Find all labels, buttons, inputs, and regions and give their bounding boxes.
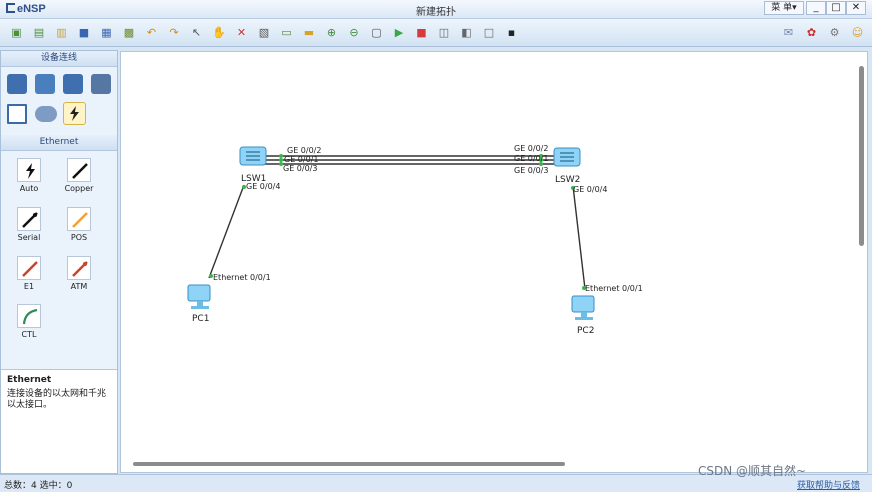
node-label-lsw2[interactable]: LSW2 bbox=[555, 175, 580, 185]
select-icon[interactable]: ↖ bbox=[188, 24, 205, 41]
save-as-icon[interactable]: ▦ bbox=[98, 24, 115, 41]
copper-cable-icon bbox=[67, 158, 91, 182]
pos-cable-icon bbox=[67, 207, 91, 231]
new-example-icon[interactable]: ▤ bbox=[31, 24, 48, 41]
cable-item-serial[interactable]: Serial bbox=[3, 207, 55, 242]
node-label-pc2[interactable]: PC2 bbox=[577, 326, 594, 336]
firewall-category-icon[interactable] bbox=[91, 74, 111, 94]
delete-link-icon[interactable]: ▧ bbox=[256, 24, 273, 41]
zoom-out-icon[interactable]: ⊖ bbox=[346, 24, 363, 41]
chat-icon[interactable]: ✉ bbox=[780, 24, 797, 41]
cable-label: Copper bbox=[64, 184, 94, 193]
status-counts: 总数：4 选中：0 bbox=[4, 481, 73, 491]
lightning-icon bbox=[70, 106, 79, 121]
link-lsw1-pc1[interactable] bbox=[208, 184, 245, 279]
description-text: 连接设备的以太网和千兆以太接口。 bbox=[7, 389, 107, 410]
port-label: GE 0/0/1 bbox=[284, 155, 319, 164]
port-label: GE 0/0/2 bbox=[514, 144, 549, 153]
device-panel: 设备连线 Ethernet Auto Copper Serial POS E1 … bbox=[0, 50, 118, 474]
device-category-grid bbox=[1, 67, 117, 135]
node-label-pc1[interactable]: PC1 bbox=[192, 314, 209, 324]
open-icon[interactable]: ▥ bbox=[53, 24, 70, 41]
topology-links bbox=[187, 146, 595, 320]
huawei-icon[interactable]: ✿ bbox=[803, 24, 820, 41]
blank-icon[interactable]: □ bbox=[481, 24, 498, 41]
start-device-icon[interactable]: ▶ bbox=[391, 24, 408, 41]
port-label: GE 0/0/4 bbox=[573, 185, 608, 194]
settings-icon[interactable]: ⚙ bbox=[826, 24, 843, 41]
cable-label: Serial bbox=[17, 233, 41, 242]
switch-category-icon[interactable] bbox=[35, 74, 55, 94]
palette-icon[interactable]: ▬ bbox=[301, 24, 318, 41]
topology-canvas[interactable]: LSW1 LSW2 PC1 PC2 GE 0/0/2 GE 0/0/1 GE 0… bbox=[120, 51, 868, 473]
devices-section-title: 设备连线 bbox=[1, 51, 117, 67]
capture-icon[interactable]: ◫ bbox=[436, 24, 453, 41]
maximize-button[interactable]: □ bbox=[826, 1, 846, 15]
port-label: GE 0/0/2 bbox=[287, 146, 322, 155]
window-title: 新建拓扑 bbox=[416, 7, 456, 18]
redo-icon[interactable]: ↷ bbox=[166, 24, 183, 41]
cable-label: ATM bbox=[70, 282, 88, 291]
save-icon[interactable]: ■ bbox=[76, 24, 93, 41]
print-icon[interactable]: ▩ bbox=[121, 24, 138, 41]
switch-icon-lsw2[interactable] bbox=[553, 147, 581, 167]
topology-icon[interactable]: ◧ bbox=[458, 24, 475, 41]
help-icon[interactable]: ☺ bbox=[849, 24, 866, 41]
close-button[interactable]: ✕ bbox=[846, 1, 866, 15]
text-note-icon[interactable]: ▭ bbox=[278, 24, 295, 41]
new-topology-icon[interactable]: ▣ bbox=[8, 24, 25, 41]
undo-icon[interactable]: ↶ bbox=[143, 24, 160, 41]
cable-description: Ethernet 连接设备的以太网和千兆以太接口。 bbox=[1, 369, 117, 473]
pc-category-icon[interactable] bbox=[7, 104, 27, 124]
watermark: CSDN @顺其自然~ bbox=[698, 464, 807, 478]
port-dot bbox=[279, 158, 283, 162]
port-label: GE 0/0/3 bbox=[283, 164, 318, 173]
cable-item-atm[interactable]: ATM bbox=[53, 256, 105, 291]
wlan-category-icon[interactable] bbox=[63, 74, 83, 94]
vertical-scrollbar[interactable] bbox=[859, 66, 864, 246]
serial-cable-icon bbox=[17, 207, 41, 231]
atm-cable-icon bbox=[67, 256, 91, 280]
cloud-category-icon[interactable] bbox=[35, 106, 57, 122]
port-label: GE 0/0/1 bbox=[514, 154, 549, 163]
toolbar: ▣ ▤ ▥ ■ ▦ ▩ ↶ ↷ ↖ ✋ ✕ ▧ ▭ ▬ ⊕ ⊖ ▢ ▶ ■ ◫ ◧ □ ▪ ✉ ✿ ⚙ ☺ bbox=[0, 19, 872, 47]
router-category-icon[interactable] bbox=[7, 74, 27, 94]
e1-cable-icon bbox=[17, 256, 41, 280]
help-feedback-link[interactable]: 获取帮助与反馈 bbox=[797, 478, 860, 491]
fit-view-icon[interactable]: ▢ bbox=[368, 24, 385, 41]
stop-device-icon[interactable]: ■ bbox=[413, 24, 430, 41]
port-label: GE 0/0/4 bbox=[246, 182, 281, 191]
port-label: Ethernet 0/0/1 bbox=[213, 273, 271, 282]
switch-icon-lsw1[interactable] bbox=[239, 146, 267, 166]
ctl-cable-icon bbox=[17, 304, 41, 328]
delete-icon[interactable]: ✕ bbox=[233, 24, 250, 41]
minimize-button[interactable]: _ bbox=[806, 1, 826, 15]
cable-item-e1[interactable]: E1 bbox=[3, 256, 55, 291]
title-bar: eNSP 新建拓扑 菜 单▾ _ □ ✕ bbox=[0, 0, 872, 19]
cable-item-copper[interactable]: Copper bbox=[53, 158, 105, 193]
zoom-in-icon[interactable]: ⊕ bbox=[323, 24, 340, 41]
pc-icon-pc2[interactable] bbox=[571, 295, 595, 320]
cable-label: Auto bbox=[19, 184, 39, 193]
hand-icon[interactable]: ✋ bbox=[211, 24, 228, 41]
cable-label: CTL bbox=[21, 330, 37, 339]
pc-icon-pc1[interactable] bbox=[187, 284, 211, 309]
cable-grid: Auto Copper Serial POS E1 ATM CTL bbox=[1, 151, 117, 379]
cables-section-title: Ethernet bbox=[1, 135, 117, 151]
cable-item-auto[interactable]: Auto bbox=[3, 158, 55, 193]
horizontal-scrollbar[interactable] bbox=[133, 462, 565, 466]
link-lsw2-pc2[interactable] bbox=[572, 185, 586, 290]
cable-label: POS bbox=[70, 233, 88, 242]
description-title: Ethernet bbox=[7, 375, 52, 385]
cable-label: E1 bbox=[23, 282, 35, 291]
cable-item-pos[interactable]: POS bbox=[53, 207, 105, 242]
auto-cable-icon bbox=[17, 158, 41, 182]
cable-category-icon[interactable] bbox=[63, 102, 86, 125]
cli-icon[interactable]: ▪ bbox=[503, 24, 520, 41]
port-label: Ethernet 0/0/1 bbox=[585, 284, 643, 293]
cable-item-ctl[interactable]: CTL bbox=[3, 304, 55, 339]
port-label: GE 0/0/3 bbox=[514, 166, 549, 175]
port-dot bbox=[279, 154, 283, 158]
menu-button[interactable]: 菜 单▾ bbox=[764, 1, 804, 15]
